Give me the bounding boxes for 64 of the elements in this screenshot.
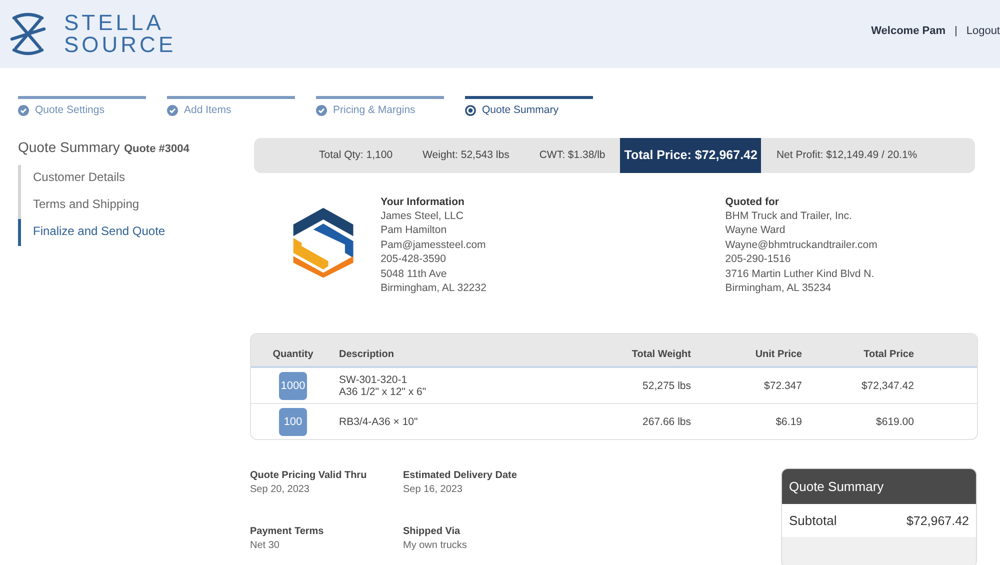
brand-name: STELLA	[64, 12, 165, 34]
contact-line: Pam@jamessteel.com	[380, 238, 487, 252]
step-tab[interactable]: Add Items	[167, 96, 295, 118]
summary-value: $72,967.42	[906, 514, 969, 528]
step-tab[interactable]: Pricing & Margins	[316, 96, 444, 118]
brand-name: SOURCE	[64, 34, 176, 56]
column-header: Quantity	[272, 349, 314, 360]
separator: |	[954, 25, 958, 37]
contact-line: Birmingham, AL 32232	[380, 280, 488, 296]
column-header: Total Weight	[630, 349, 691, 360]
contact-line: 205-428-3590	[380, 252, 447, 267]
term-label: Quote Pricing Valid Thru	[250, 470, 368, 482]
contact-heading: Quoted for	[725, 194, 780, 209]
quantity-badge: 1000	[279, 372, 307, 400]
table-cell-text: RB3/4-A36 × 10"	[339, 416, 419, 428]
column-header: Description	[338, 349, 396, 360]
current-step-icon	[465, 104, 476, 116]
stat-item: Total Price: $72,967.42	[620, 138, 762, 172]
stat-item: CWT: $1.38/lb	[538, 148, 606, 163]
step-tab[interactable]: Quote Summary	[465, 96, 593, 118]
logo-icon	[10, 12, 46, 56]
term-label: Estimated Delivery Date	[403, 470, 518, 482]
card-title: Quote Summary	[789, 479, 884, 494]
table-cell: 267.66 lbs	[642, 416, 691, 428]
term-value: Net 30	[250, 540, 280, 552]
check-icon	[167, 104, 178, 116]
page-title: Quote Summary	[18, 138, 120, 154]
contact-line: 5048 11th Ave	[380, 266, 448, 281]
table-cell: $6.19	[776, 416, 802, 428]
table-cell-text: A36 1/2" x 12" x 6"	[339, 386, 428, 398]
table-cell: $619.00	[876, 416, 914, 428]
sidebar-item[interactable]: Terms and Shipping	[18, 192, 254, 218]
quantity-badge: 100	[279, 408, 307, 436]
contact-line: 3716 Martin Luther Kind Blvd N.	[725, 266, 876, 281]
term-label: Shipped Via	[403, 526, 462, 538]
logout-link[interactable]: Logout	[966, 25, 1000, 37]
sidebar-item[interactable]: Finalize and Send Quote	[18, 218, 254, 246]
contact-line: Wayne Ward	[725, 223, 786, 238]
check-icon	[18, 104, 29, 116]
quote-number: Quote #3004	[124, 142, 190, 154]
summary-label: Subtotal	[789, 513, 837, 528]
contact-line: 205-290-1516	[725, 252, 792, 267]
term-label: Payment Terms	[250, 526, 325, 538]
step-tab[interactable]: Quote Settings	[18, 96, 146, 118]
column-header: Unit Price	[754, 349, 802, 360]
term-value: Sep 16, 2023	[403, 484, 464, 496]
contact-line: Birmingham, AL 35234	[725, 280, 832, 296]
welcome-text: Welcome Pam	[871, 25, 946, 37]
contact-heading: Your Information	[380, 194, 466, 209]
column-header: Total Price	[862, 349, 914, 360]
stat-item: Total Qty: 1,100	[318, 148, 394, 163]
check-icon	[316, 104, 327, 116]
contact-line: Pam Hamilton	[380, 223, 448, 238]
term-value: My own trucks	[403, 540, 468, 552]
contact-line: BHM Truck and Trailer, Inc.	[725, 208, 853, 224]
table-cell-text: SW-301-320-1	[339, 374, 408, 386]
stat-item: Net Profit: $12,149.49 / 20.1%	[775, 148, 918, 163]
table-cell: 52,275 lbs	[642, 380, 691, 392]
term-value: Sep 20, 2023	[250, 484, 310, 496]
contact-line: James Steel, LLC	[380, 208, 464, 224]
stat-item: Weight: 52,543 lbs	[422, 148, 510, 163]
table-cell: $72,347.42	[861, 380, 914, 392]
contact-line: Wayne@bhmtruckandtrailer.com	[725, 238, 878, 252]
table-cell: $72.347	[764, 380, 802, 392]
